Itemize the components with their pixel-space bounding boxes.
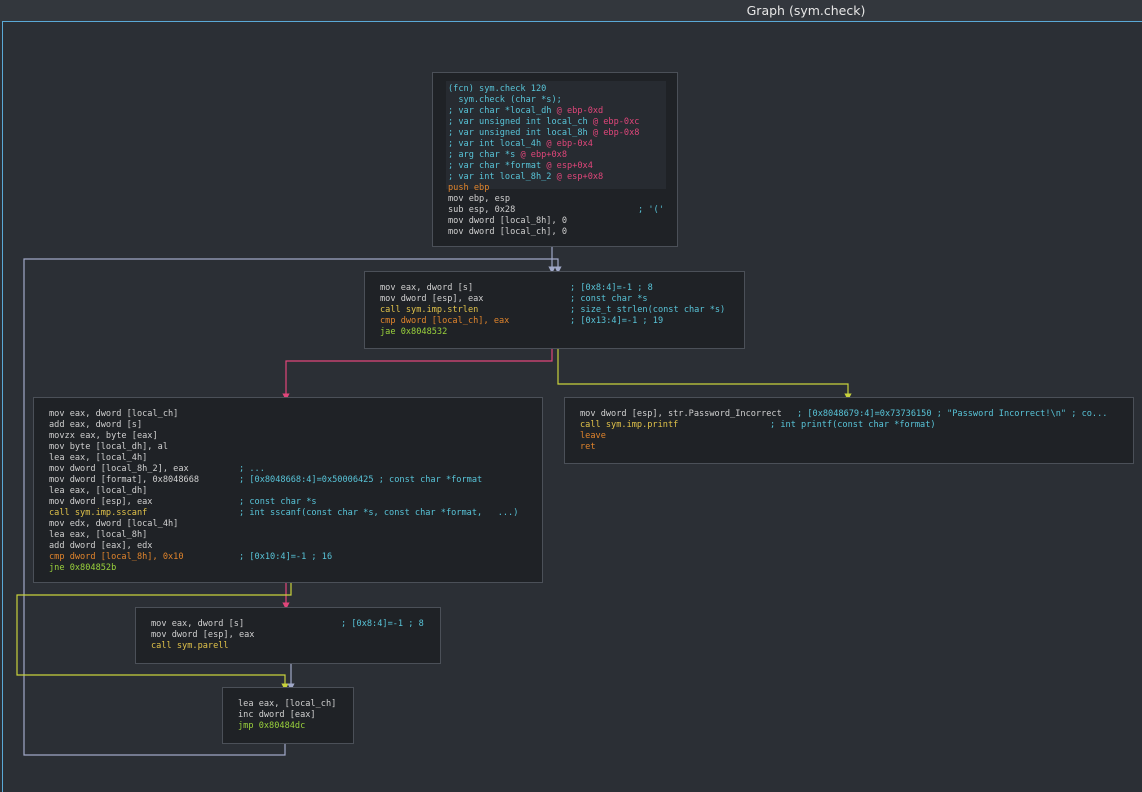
asm-line: jne 0x804852b [49, 563, 117, 573]
asm-line: inc dword [eax] [238, 710, 316, 720]
asm-line: add dword [eax], edx [49, 541, 153, 551]
asm-line: mov dword [local_8h_2], eax [49, 464, 189, 474]
asm-line: call sym.imp.strlen [380, 305, 479, 315]
asm-comment: ; [0x8048668:4]=0x50006425 ; const char … [239, 475, 483, 485]
header-line: (fcn) sym.check 120 [448, 84, 547, 94]
asm-comment: ; '(' [638, 205, 664, 215]
asm-line: mov dword [esp], str.Password_Incorrect [580, 409, 782, 419]
asm-line: lea eax, [local_ch] [238, 699, 337, 709]
asm-comment: ; [0x13:4]=-1 ; 19 [570, 316, 664, 326]
block-sscanf-sum[interactable]: mov eax, dword [local_ch] add eax, dword… [33, 397, 543, 583]
asm-line: movzx eax, byte [eax] [49, 431, 158, 441]
asm-line: mov dword [format], 0x8048668 [49, 475, 200, 485]
asm-comment: ; size_t strlen(const char *s) [570, 305, 726, 315]
asm-line: add eax, dword [s] [49, 420, 143, 430]
asm-line: push ebp [448, 183, 490, 193]
asm-line: mov dword [local_ch], 0 [448, 227, 567, 237]
block-increment-counter[interactable]: lea eax, [local_ch] inc dword [eax] jmp … [222, 687, 354, 744]
block-strlen-loop-check[interactable]: mov eax, dword [s] ; [0x8:4]=-1 ; 8 mov … [364, 271, 745, 349]
asm-line: lea eax, [local_dh] [49, 486, 148, 496]
asm-comment: ; const char *s [570, 294, 648, 304]
asm-line: mov dword [esp], eax [380, 294, 484, 304]
asm-line: leave [580, 431, 606, 441]
edge-n2-n4 [557, 349, 852, 401]
asm-line: call sym.imp.sscanf [49, 508, 148, 518]
block-password-incorrect[interactable]: mov dword [esp], str.Password_Incorrect … [564, 397, 1134, 464]
asm-line: mov edx, dword [local_4h] [49, 519, 179, 529]
asm-comment: ; [0x10:4]=-1 ; 16 [239, 552, 333, 562]
arg-line: ; arg char *s @ ebp+0x8 [448, 150, 568, 160]
asm-line: mov byte [local_dh], al [49, 442, 168, 452]
asm-comment: ; const char *s [239, 497, 317, 507]
asm-line: call sym.imp.printf [580, 420, 679, 430]
asm-line: lea eax, [local_8h] [49, 530, 148, 540]
asm-line: sub esp, 0x28 [448, 205, 516, 215]
asm-line: mov dword [esp], eax [49, 497, 153, 507]
asm-line: jmp 0x80484dc [238, 721, 306, 731]
asm-comment: ; [0x8048679:4]=0x73736150 ; "Password I… [797, 409, 1108, 419]
asm-comment: ; int sscanf(const char *s, const char *… [239, 508, 519, 518]
asm-line: ret [580, 442, 596, 452]
var-line: ; var int local_4h @ ebp-0x4 [448, 139, 593, 149]
asm-line: mov ebp, esp [448, 194, 511, 204]
asm-comment: ; [0x8:4]=-1 ; 8 [341, 619, 424, 629]
edge-n2-n3 [282, 349, 553, 401]
asm-line: cmp dword [local_8h], 0x10 [49, 552, 184, 562]
var-line: ; var unsigned int local_8h @ ebp-0x8 [448, 128, 640, 138]
asm-line: mov eax, dword [s] [151, 619, 245, 629]
var-line: ; var char *format @ esp+0x4 [448, 161, 593, 171]
var-line: ; var int local_8h_2 @ esp+0x8 [448, 172, 604, 182]
header-line: sym.check (char *s); [448, 95, 562, 105]
asm-line: mov dword [esp], eax [151, 630, 255, 640]
var-line: ; var char *local_dh @ ebp-0xd [448, 106, 604, 116]
asm-line: mov eax, dword [s] [380, 283, 474, 293]
asm-comment: ; int printf(const char *format) [770, 420, 936, 430]
asm-line: lea eax, [local_4h] [49, 453, 148, 463]
asm-line: mov dword [local_8h], 0 [448, 216, 567, 226]
block-sym-check-entry[interactable]: (fcn) sym.check 120 sym.check (char *s);… [432, 72, 678, 247]
asm-line: mov eax, dword [local_ch] [49, 409, 179, 419]
asm-line: jae 0x8048532 [380, 327, 448, 337]
asm-line: call sym.parell [151, 641, 229, 651]
block-call-parell[interactable]: mov eax, dword [s] ; [0x8:4]=-1 ; 8 mov … [135, 607, 441, 664]
var-line: ; var unsigned int local_ch @ ebp-0xc [448, 117, 640, 127]
asm-comment: ; ... [239, 464, 265, 474]
asm-comment: ; [0x8:4]=-1 ; 8 [570, 283, 653, 293]
asm-line: cmp dword [local_ch], eax [380, 316, 510, 326]
